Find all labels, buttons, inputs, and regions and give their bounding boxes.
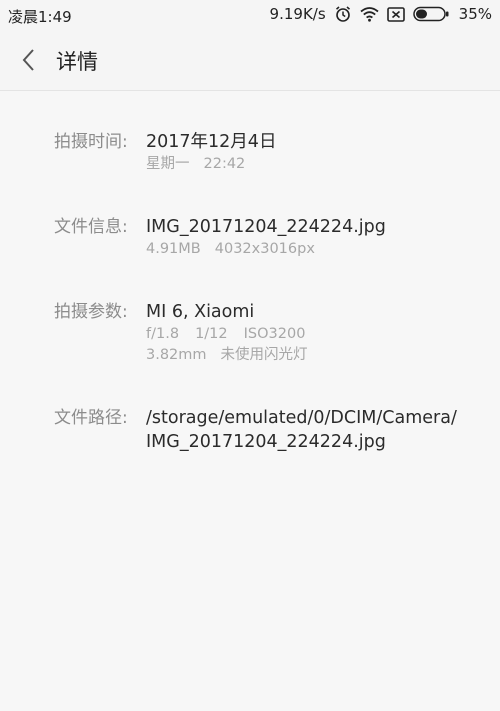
file-resolution: 4032x3016px [214,241,315,257]
file-name: IMG_20171204_224224.jpg [146,217,386,237]
shot-time: 22:42 [203,156,246,172]
shot-params-label: 拍摄参数: [54,302,128,322]
detail-file-path: 文件路径: /storage/emulated/0/DCIM/Camera/ I… [0,406,500,454]
chevron-left-icon [22,49,34,71]
file-info-label: 文件信息: [54,217,128,237]
file-size: 4.91MB [146,241,201,257]
title-bar: 详情 [0,30,500,91]
detail-shot-params: 拍摄参数: MI 6, Xiaomi f/1.8 1/12 ISO3200 3.82… [0,300,500,366]
shot-weekday: 星期一 [146,156,190,172]
alarm-icon [334,5,352,23]
network-speed: 9.19K/s [269,5,326,23]
focal-length: 3.82mm [146,347,207,363]
sim-icon [386,6,405,22]
back-button[interactable] [14,44,46,76]
wifi-icon [360,6,379,22]
file-path-label: 文件路径: [54,408,128,428]
detail-file-info: 文件信息: IMG_20171204_224224.jpg 4.91MB 4032… [0,215,500,260]
shutter-speed: 1/12 [195,326,228,342]
page-title: 详情 [56,50,98,74]
battery-percent: 35% [458,5,492,23]
flash-status: 未使用闪光灯 [220,347,308,363]
shot-time-label: 拍摄时间: [54,132,128,152]
detail-shot-time: 拍摄时间: 2017年12月4日 星期一 22:42 [0,130,500,175]
status-time: 凌晨1:49 [8,8,72,26]
details-list: 拍摄时间: 2017年12月4日 星期一 22:42 文件信息: IMG_2017… [0,91,500,454]
file-path-line2: IMG_20171204_224224.jpg [146,432,386,452]
file-path-line1: /storage/emulated/0/DCIM/Camera/ [146,408,457,428]
iso: ISO3200 [243,326,306,342]
status-bar: 凌晨1:49 9.19K/s 35% [0,0,500,30]
shot-date: 2017年12月4日 [146,132,277,152]
aperture: f/1.8 [146,326,180,342]
battery-icon [412,6,449,22]
status-icons: 9.19K/s 35% [270,5,492,23]
camera-device: MI 6, Xiaomi [146,302,255,322]
